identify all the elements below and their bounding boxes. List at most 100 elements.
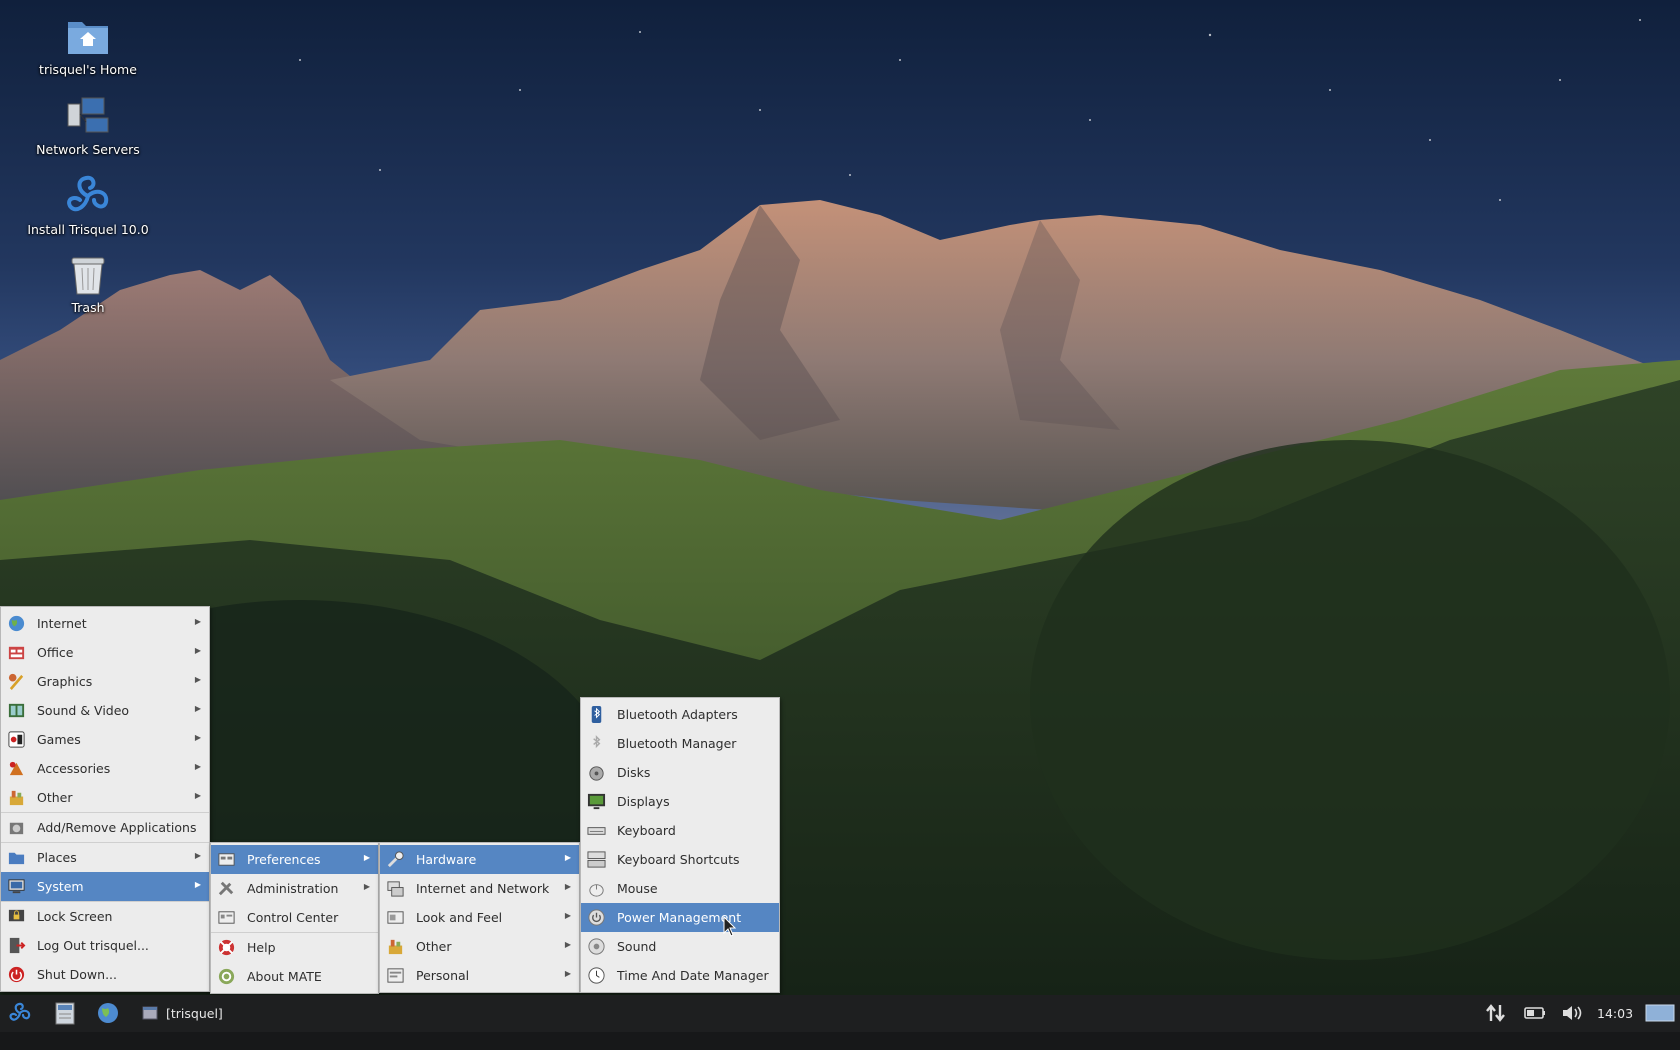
desktop-icon-trash[interactable]: Trash <box>13 250 163 315</box>
menu-item-add-remove-applications[interactable]: Add/Remove Applications <box>1 813 209 842</box>
other-icon <box>9 790 24 806</box>
desktop-icon-label: Trash <box>71 300 105 315</box>
folder-icon <box>8 852 25 865</box>
menu-item-shut-down[interactable]: Shut Down... <box>1 960 209 989</box>
menu-item-label: Hardware <box>416 852 477 867</box>
taskbar-window-button[interactable]: [trisquel] <box>142 999 262 1027</box>
menu-item-time-and-date-manager[interactable]: Time And Date Manager <box>581 961 779 990</box>
menu-item-label: Personal <box>416 968 470 983</box>
sound-video-icon <box>8 703 25 718</box>
menu-item-label: Preferences <box>247 852 321 867</box>
menu-item-label: Shut Down... <box>37 967 117 982</box>
volume-icon[interactable] <box>1560 1001 1584 1025</box>
menu-item-lock-screen[interactable]: Lock Screen <box>1 902 209 931</box>
trisquel-menu-icon[interactable] <box>8 1001 32 1025</box>
submenu-arrow-icon: ▶ <box>194 851 201 860</box>
menu-item-internet[interactable]: Internet ▶ <box>1 609 209 638</box>
menu-item-hardware[interactable]: Hardware ▶ <box>380 845 579 874</box>
menu-item-power-management[interactable]: Power Management <box>581 903 779 932</box>
trisquel-install-icon <box>67 175 109 212</box>
menu-item-label: Bluetooth Manager <box>617 736 737 751</box>
bluetooth-manager-icon <box>593 735 601 749</box>
menu-item-label: Help <box>247 940 276 955</box>
menu-item-label: Games <box>37 732 81 747</box>
preferences-icon <box>218 853 235 866</box>
submenu-arrow-icon: ▶ <box>194 617 201 626</box>
menu-item-log-out[interactable]: Log Out trisquel... <box>1 931 209 960</box>
menu-item-sound-video[interactable]: Sound & Video ▶ <box>1 696 209 725</box>
menu-item-label: Keyboard <box>617 823 676 838</box>
submenu-arrow-icon: ▶ <box>564 969 571 978</box>
menu-item-internet-and-network[interactable]: Internet and Network ▶ <box>380 874 579 903</box>
workspace-switcher-icon[interactable] <box>1645 1001 1675 1025</box>
menu-item-label: Accessories <box>37 761 111 776</box>
submenu-arrow-icon: ▶ <box>194 675 201 684</box>
menu-item-label: Other <box>416 939 452 954</box>
look-feel-icon <box>387 911 404 924</box>
submenu-arrow-icon: ▶ <box>363 882 370 891</box>
menu-item-look-and-feel[interactable]: Look and Feel ▶ <box>380 903 579 932</box>
menu-item-label: System <box>37 879 84 894</box>
desktop-icon-install-trisquel[interactable]: Install Trisquel 10.0 <box>13 172 163 237</box>
menu-item-graphics[interactable]: Graphics ▶ <box>1 667 209 696</box>
administration-icon <box>218 881 234 896</box>
menu-item-keyboard[interactable]: Keyboard <box>581 816 779 845</box>
menu-item-label: Internet and Network <box>416 881 550 896</box>
keyboard-shortcuts-icon <box>587 851 606 868</box>
menu-item-label: Log Out trisquel... <box>37 938 149 953</box>
menu-item-label: Add/Remove Applications <box>37 820 197 835</box>
menu-item-personal[interactable]: Personal ▶ <box>380 961 579 990</box>
hardware-submenu: Bluetooth Adapters Bluetooth Manager Dis… <box>580 697 780 993</box>
menu-item-label: Mouse <box>617 881 658 896</box>
submenu-arrow-icon: ▶ <box>194 704 201 713</box>
menu-item-label: Lock Screen <box>37 909 113 924</box>
submenu-arrow-icon: ▶ <box>194 762 201 771</box>
menu-item-other-preferences[interactable]: Other ▶ <box>380 932 579 961</box>
menu-item-mouse[interactable]: Mouse <box>581 874 779 903</box>
preferences-submenu: Hardware ▶ Internet and Network ▶ Look a… <box>379 842 580 993</box>
applications-menu: Internet ▶ Office ▶ Graphics ▶ Sound & V… <box>0 606 210 992</box>
menu-item-accessories[interactable]: Accessories ▶ <box>1 754 209 783</box>
menu-item-label: Administration <box>247 881 339 896</box>
menu-item-help[interactable]: Help <box>211 933 378 962</box>
submenu-arrow-icon: ▶ <box>194 646 201 655</box>
menu-item-games[interactable]: Games ▶ <box>1 725 209 754</box>
battery-icon[interactable] <box>1523 1001 1547 1025</box>
menu-item-displays[interactable]: Displays <box>581 787 779 816</box>
file-manager-launcher-icon[interactable] <box>53 1001 77 1025</box>
menu-item-keyboard-shortcuts[interactable]: Keyboard Shortcuts <box>581 845 779 874</box>
about-icon <box>218 968 235 985</box>
menu-item-control-center[interactable]: Control Center <box>211 903 378 932</box>
panel-clock[interactable]: 14:03 <box>1597 1006 1633 1021</box>
menu-item-administration[interactable]: Administration ▶ <box>211 874 378 903</box>
clock-icon <box>588 967 605 984</box>
lock-screen-icon <box>8 909 25 922</box>
menu-item-label: Sound <box>617 939 657 954</box>
shutdown-icon <box>8 966 25 983</box>
web-browser-launcher-icon[interactable] <box>96 1001 120 1025</box>
menu-item-disks[interactable]: Disks <box>581 758 779 787</box>
menu-item-bluetooth-adapters[interactable]: Bluetooth Adapters <box>581 700 779 729</box>
menu-item-bluetooth-manager[interactable]: Bluetooth Manager <box>581 729 779 758</box>
menu-item-label: Places <box>37 850 77 865</box>
desktop-icon-home[interactable]: trisquel's Home <box>13 12 163 77</box>
power-management-icon <box>588 909 605 926</box>
menu-item-label: Control Center <box>247 910 339 925</box>
submenu-arrow-icon: ▶ <box>564 911 571 920</box>
help-icon <box>218 939 235 956</box>
network-transfer-icon[interactable] <box>1484 1001 1508 1025</box>
desktop-icon-network-servers[interactable]: Network Servers <box>13 92 163 157</box>
menu-item-office[interactable]: Office ▶ <box>1 638 209 667</box>
taskbar-window-label: [trisquel] <box>166 1005 223 1021</box>
menu-item-about-mate[interactable]: About MATE <box>211 962 378 991</box>
menu-item-places[interactable]: Places ▶ <box>1 843 209 872</box>
menu-item-preferences[interactable]: Preferences ▶ <box>211 845 378 874</box>
menu-item-sound[interactable]: Sound <box>581 932 779 961</box>
menu-item-label: Displays <box>617 794 670 809</box>
graphics-icon <box>8 673 24 691</box>
menu-item-system[interactable]: System ▶ <box>1 872 209 901</box>
submenu-arrow-icon: ▶ <box>194 791 201 800</box>
system-submenu: Preferences ▶ Administration ▶ Control C… <box>210 842 379 994</box>
network-icon <box>387 881 404 897</box>
menu-item-other[interactable]: Other ▶ <box>1 783 209 812</box>
